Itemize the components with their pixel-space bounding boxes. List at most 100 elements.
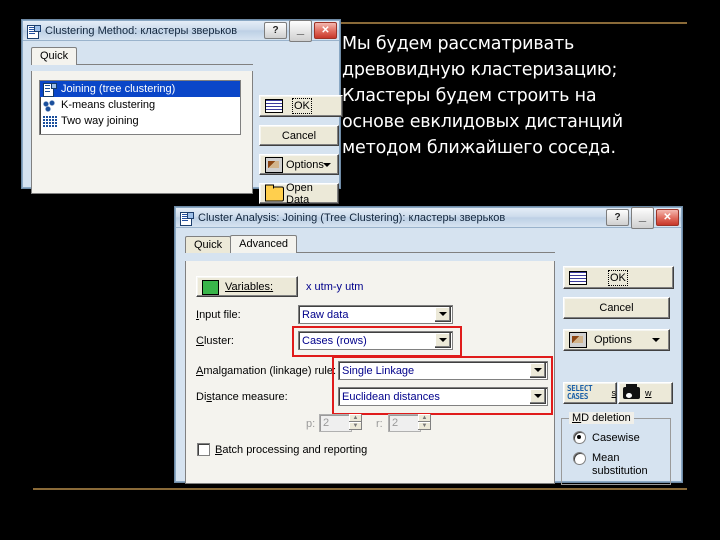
dialog1-tabstrip[interactable]: Quick <box>31 47 253 65</box>
options-wrench-icon <box>265 156 283 173</box>
batch-processing-label: Batch processing and reporting <box>215 443 368 456</box>
chevron-down-icon <box>323 163 331 167</box>
radio-casewise[interactable]: Casewise <box>573 431 640 444</box>
list-item-joining[interactable]: Joining (tree clustering) <box>40 81 240 97</box>
radio-button[interactable] <box>573 452 586 465</box>
tab-quick[interactable]: Quick <box>31 47 78 65</box>
distance-measure-label: Distance measure: <box>196 391 288 403</box>
checkbox-box[interactable] <box>197 443 210 456</box>
md-deletion-title: MD deletion <box>569 412 634 424</box>
cancel-button-label: Cancel <box>281 129 317 142</box>
open-data-button[interactable]: Open Data <box>259 181 339 206</box>
print-accel: w <box>645 388 652 398</box>
print-button[interactable]: w <box>618 382 673 404</box>
sheet-grid-icon <box>265 99 283 113</box>
dialog1-panel: Joining (tree clustering) K-means cluste… <box>31 71 253 194</box>
amalgamation-combo[interactable]: Single Linkage <box>338 361 548 380</box>
kmeans-icon <box>42 98 57 112</box>
ok-button[interactable]: OK <box>259 95 343 117</box>
batch-processing-checkbox[interactable]: Batch processing and reporting <box>197 443 367 456</box>
p-param-label: p: <box>306 418 316 430</box>
list-item-label: Joining (tree clustering) <box>61 83 176 95</box>
folder-open-icon <box>265 184 284 201</box>
options-button[interactable]: Options <box>563 329 670 351</box>
r-param-label: r: <box>376 418 383 430</box>
chevron-down-icon[interactable] <box>530 389 546 404</box>
md-deletion-group: MD deletion Casewise Mean substitution <box>561 412 671 485</box>
select-cases-accel: s <box>611 388 617 398</box>
open-data-button-label: Open Data <box>286 181 313 206</box>
chevron-down-icon[interactable] <box>435 333 451 348</box>
chevron-down-icon <box>652 338 660 342</box>
chevron-down-icon[interactable] <box>435 307 451 322</box>
dialog2-body: Quick Advanced Variables: x utm-y utm In… <box>176 235 681 485</box>
russian-caption-text: Мы будем рассматривать древовидную класт… <box>342 34 623 158</box>
dialog1-titlebar[interactable]: Clustering Method: кластеры зверьков ? _… <box>23 19 339 42</box>
close-button[interactable]: ✕ <box>656 209 679 226</box>
variables-select-icon <box>202 280 219 295</box>
options-button-label: Options <box>594 334 632 346</box>
help-button[interactable]: ? <box>606 209 629 226</box>
statistica-app-icon <box>179 211 194 226</box>
tabstrip-filler <box>296 252 555 253</box>
variables-value: x utm-y utm <box>306 281 364 293</box>
cancel-button-label: Cancel <box>599 302 634 314</box>
printer-icon <box>623 384 640 399</box>
radio-casewise-label: Casewise <box>592 431 640 444</box>
dialog1-caption-buttons[interactable]: ? _ ✕ <box>264 19 337 42</box>
method-listbox[interactable]: Joining (tree clustering) K-means cluste… <box>39 80 241 135</box>
r-param-field[interactable]: 2 <box>388 414 421 432</box>
tabstrip-filler <box>76 64 253 65</box>
help-button[interactable]: ? <box>264 22 287 39</box>
cluster-analysis-dialog[interactable]: Cluster Analysis: Joining (Tree Clusteri… <box>175 206 682 485</box>
dialog2-caption-buttons[interactable]: ? _ ✕ <box>606 206 679 229</box>
list-item-kmeans[interactable]: K-means clustering <box>40 97 240 113</box>
distance-measure-combo[interactable]: Euclidean distances <box>338 387 548 406</box>
clustering-method-dialog[interactable]: Clustering Method: кластеры зверьков ? _… <box>22 19 344 230</box>
input-file-combo[interactable]: Raw data <box>298 305 453 324</box>
select-cases-icon: SELECT CASES <box>567 384 593 401</box>
variables-button-label: Variables: <box>225 280 274 293</box>
tab-quick[interactable]: Quick <box>185 236 232 253</box>
input-file-value: Raw data <box>302 308 349 321</box>
p-param-stepper[interactable]: ▲ ▼ <box>349 414 362 430</box>
dialog1-body: Quick Joining (tree clustering) K-means … <box>23 47 344 230</box>
amalgamation-value: Single Linkage <box>342 364 415 377</box>
options-wrench-icon <box>569 332 587 348</box>
minimize-button[interactable]: _ <box>631 206 654 229</box>
statistica-app-icon <box>26 24 41 39</box>
close-button[interactable]: ✕ <box>314 22 337 39</box>
cluster-combo[interactable]: Cases (rows) <box>298 331 453 350</box>
list-item-label: Two way joining <box>61 115 139 127</box>
ok-button[interactable]: OK <box>563 266 674 289</box>
options-button[interactable]: Options <box>259 154 339 175</box>
input-file-label: Input file: <box>196 309 241 321</box>
radio-mean-substitution-label: Mean substitution <box>592 452 648 477</box>
sheet-grid-icon <box>569 270 587 285</box>
ok-button-label: OK <box>608 269 628 286</box>
list-item-two-way-joining[interactable]: Two way joining <box>40 113 240 129</box>
ok-button-label: OK <box>292 98 312 114</box>
cluster-label: Cluster: <box>196 335 234 347</box>
chevron-down-icon[interactable] <box>530 363 546 378</box>
dialog2-panel: Variables: x utm-y utm Input file: Raw d… <box>185 261 555 484</box>
dialog2-titlebar[interactable]: Cluster Analysis: Joining (Tree Clusteri… <box>176 206 681 229</box>
amalgamation-label: Amalgamation (linkage) rule: <box>196 365 337 377</box>
options-button-label: Options <box>286 158 324 171</box>
p-param-field[interactable]: 2 <box>319 414 352 432</box>
select-cases-button[interactable]: SELECT CASES s <box>563 382 617 404</box>
variables-button[interactable]: Variables: <box>196 276 298 297</box>
dialog2-tabstrip[interactable]: Quick Advanced <box>185 235 555 253</box>
radio-button[interactable] <box>573 431 586 444</box>
cancel-button[interactable]: Cancel <box>563 297 670 319</box>
grid-icon <box>42 114 57 128</box>
list-item-label: K-means clustering <box>61 99 156 111</box>
distance-measure-value: Euclidean distances <box>342 390 440 403</box>
slide-canvas: Мы будем рассматривать древовидную класт… <box>0 0 720 540</box>
cancel-button[interactable]: Cancel <box>259 125 339 146</box>
r-param-stepper[interactable]: ▲ ▼ <box>418 414 431 430</box>
tab-advanced[interactable]: Advanced <box>230 235 298 253</box>
bottom-divider-rule <box>33 488 687 490</box>
radio-mean-substitution[interactable]: Mean substitution <box>573 452 662 478</box>
minimize-button[interactable]: _ <box>289 19 312 42</box>
